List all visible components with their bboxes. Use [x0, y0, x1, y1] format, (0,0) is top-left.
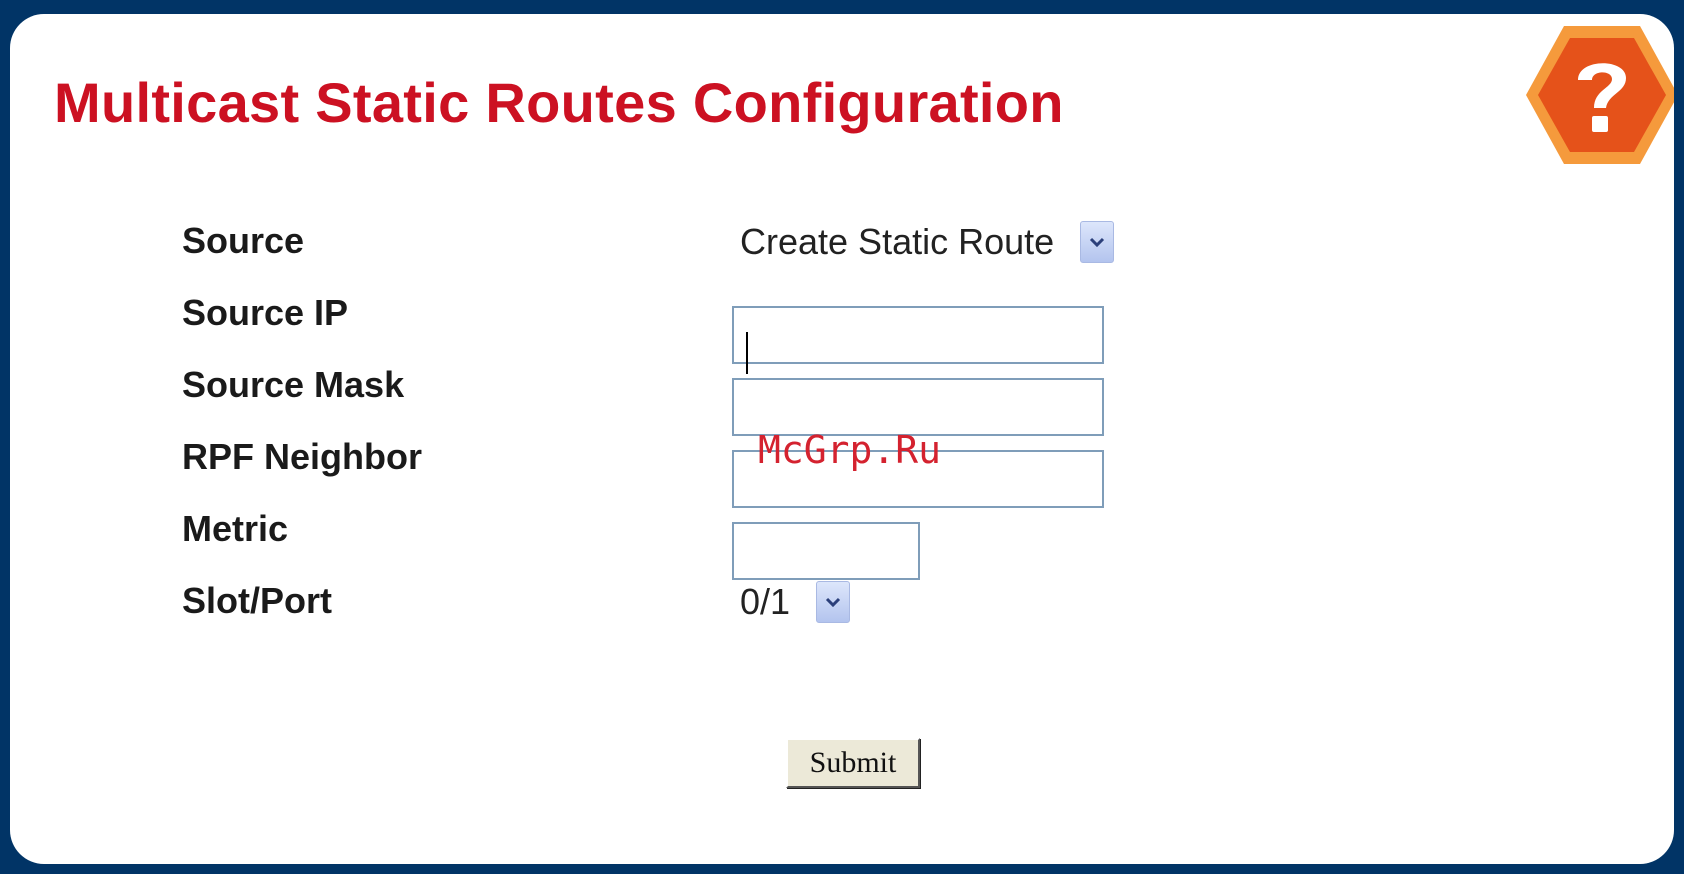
content-panel: Multicast Static Routes Configuration So…	[10, 14, 1674, 864]
rpf-neighbor-label: RPF Neighbor	[182, 436, 422, 477]
source-select-value: Create Static Route	[740, 221, 1055, 262]
chevron-down-icon[interactable]	[816, 581, 851, 623]
slot-port-select[interactable]: 0/1	[740, 581, 851, 623]
source-select[interactable]: Create Static Route	[740, 221, 1115, 263]
metric-input[interactable]	[732, 522, 920, 580]
submit-button[interactable]: Submit	[786, 738, 920, 788]
watermark-text: McGrp.Ru	[758, 428, 942, 472]
slot-port-select-value: 0/1	[740, 581, 791, 622]
source-ip-label: Source IP	[182, 292, 349, 333]
help-button[interactable]	[1524, 22, 1674, 168]
slot-port-label: Slot/Port	[182, 580, 332, 621]
metric-label: Metric	[182, 508, 289, 549]
source-ip-input[interactable]	[732, 306, 1104, 364]
page-title: Multicast Static Routes Configuration	[54, 71, 1064, 134]
text-cursor	[746, 332, 748, 374]
source-mask-label: Source Mask	[182, 364, 405, 405]
chevron-down-icon[interactable]	[1080, 221, 1115, 263]
source-label: Source	[182, 220, 305, 261]
help-question-icon	[1526, 26, 1674, 164]
